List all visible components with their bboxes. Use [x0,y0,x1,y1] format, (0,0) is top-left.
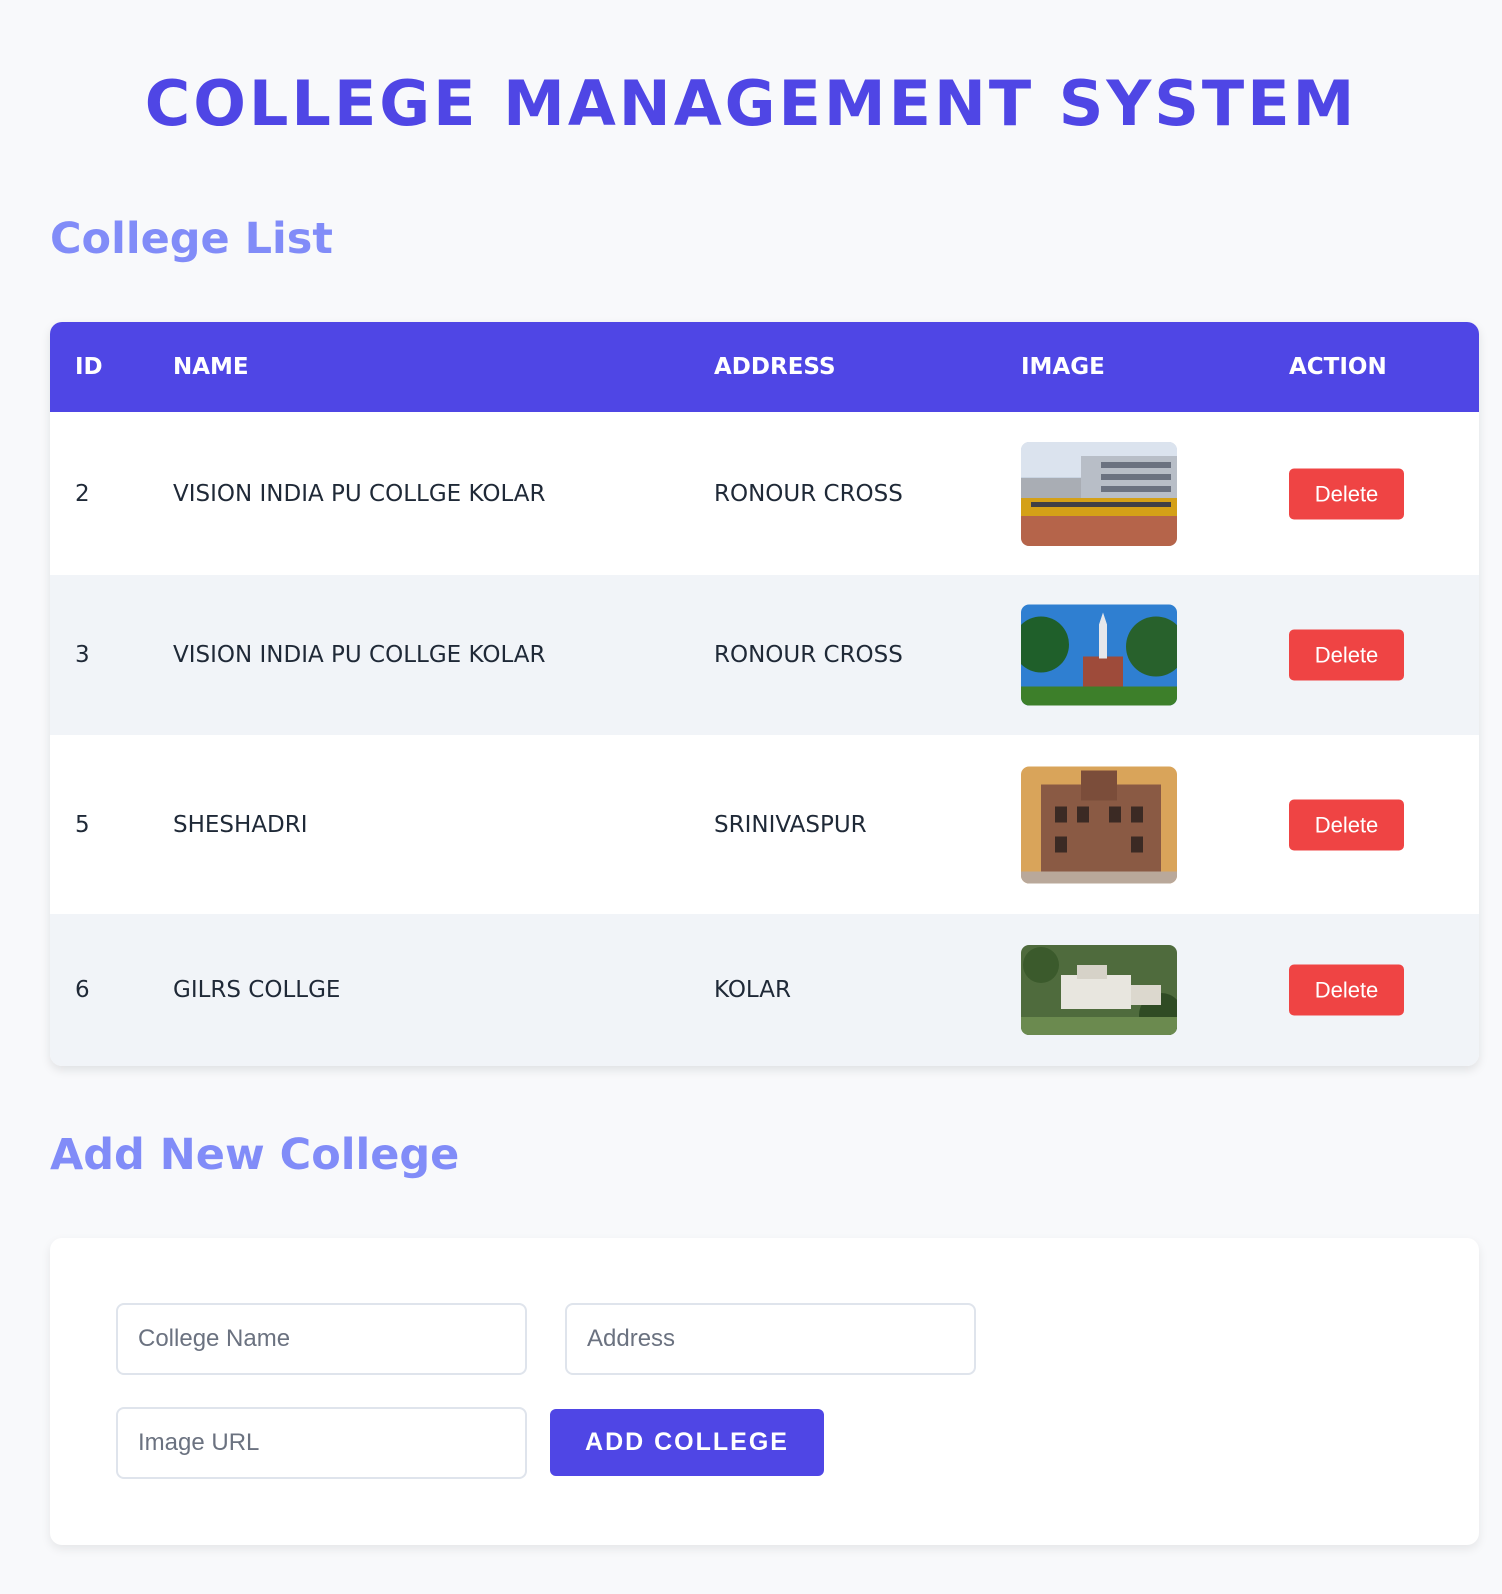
row-name: VISION INDIA PU COLLGE KOLAR [173,642,546,668]
page: COLLEGE MANAGEMENT SYSTEM College List I… [0,0,1502,1594]
college-list-heading: College List [50,214,333,264]
college-image [1021,766,1177,883]
delete-button[interactable]: Delete [1289,799,1404,850]
delete-button[interactable]: Delete [1289,964,1404,1016]
college-image [1021,945,1177,1035]
row-id: 5 [75,811,90,838]
row-address: SRINIVASPUR [714,811,867,838]
row-image-cell [1021,945,1177,1035]
address-input[interactable] [565,1303,976,1375]
row-address: KOLAR [714,977,791,1003]
table-row: 5 SHESHADRI SRINIVASPUR Delete [50,735,1479,914]
delete-button[interactable]: Delete [1289,629,1404,681]
row-image-cell [1021,604,1177,706]
row-address: RONOUR CROSS [714,480,903,507]
add-college-form: ADD COLLEGE [50,1238,1479,1545]
row-action-cell: Delete [1289,964,1404,1016]
row-id: 6 [75,977,90,1003]
column-header-action: ACTION [1289,354,1387,380]
image-url-input[interactable] [116,1407,527,1479]
row-image-cell [1021,766,1177,883]
row-action-cell: Delete [1289,629,1404,681]
college-table: ID NAME ADDRESS IMAGE ACTION 2 VISION IN… [50,322,1479,1066]
college-name-input[interactable] [116,1303,527,1375]
row-id: 3 [75,642,90,668]
delete-button[interactable]: Delete [1289,468,1404,519]
page-title: COLLEGE MANAGEMENT SYSTEM [144,67,1358,140]
row-id: 2 [75,480,90,507]
column-header-address: ADDRESS [714,354,836,380]
table-header: ID NAME ADDRESS IMAGE ACTION [50,322,1479,412]
row-action-cell: Delete [1289,799,1404,850]
row-name: VISION INDIA PU COLLGE KOLAR [173,480,546,507]
column-header-image: IMAGE [1021,354,1105,380]
column-header-id: ID [75,354,103,380]
college-image [1021,604,1177,706]
table-row: 2 VISION INDIA PU COLLGE KOLAR RONOUR CR… [50,412,1479,575]
add-college-button[interactable]: ADD COLLEGE [550,1409,824,1476]
add-college-heading: Add New College [50,1130,460,1180]
table-row: 6 GILRS COLLGE KOLAR Delete [50,914,1479,1066]
row-address: RONOUR CROSS [714,642,903,668]
row-name: SHESHADRI [173,811,308,838]
table-row: 3 VISION INDIA PU COLLGE KOLAR RONOUR CR… [50,575,1479,735]
row-action-cell: Delete [1289,468,1404,519]
row-image-cell [1021,441,1177,546]
column-header-name: NAME [173,354,249,380]
college-image [1021,441,1177,546]
row-name: GILRS COLLGE [173,977,341,1003]
